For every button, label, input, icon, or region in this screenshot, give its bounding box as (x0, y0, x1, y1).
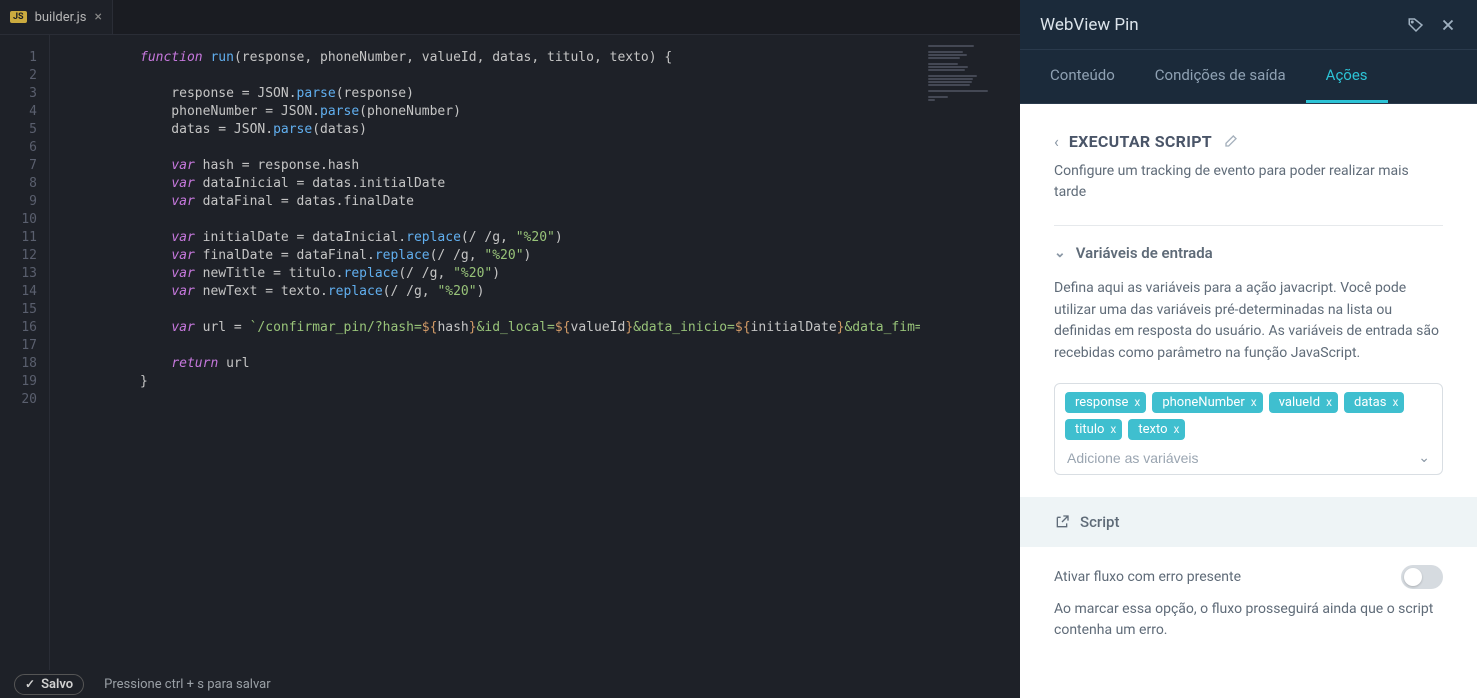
variable-tag[interactable]: datasx (1344, 392, 1404, 413)
toggle-description: Ao marcar essa opção, o fluxo prosseguir… (1054, 599, 1443, 641)
input-variables-description: Defina aqui as variáveis para a ação jav… (1054, 278, 1443, 365)
edit-icon[interactable] (1222, 134, 1238, 150)
tag-label: titulo (1075, 422, 1104, 437)
open-external-icon (1054, 514, 1070, 530)
tab-content[interactable]: Conteúdo (1030, 50, 1135, 103)
tab-bar: JS builder.js × (0, 0, 1020, 35)
section-title: EXECUTAR SCRIPT (1069, 132, 1212, 151)
tag-label: texto (1138, 422, 1167, 437)
variable-tag[interactable]: textox (1128, 419, 1185, 440)
remove-tag-icon[interactable]: x (1392, 395, 1398, 409)
variables-tag-box[interactable]: responsexphoneNumberxvalueIdxdatasxtitul… (1054, 383, 1443, 475)
section-description: Configure um tracking de evento para pod… (1054, 161, 1443, 203)
js-file-icon: JS (10, 11, 27, 23)
editor-body: 1234567891011121314151617181920 function… (0, 35, 1020, 698)
panel-header: WebView Pin (1020, 0, 1477, 50)
toggle-knob (1404, 568, 1422, 586)
tag-icon[interactable] (1407, 16, 1425, 34)
script-section[interactable]: Script (1020, 497, 1477, 547)
chevron-down-icon[interactable]: ⌄ (1418, 450, 1430, 466)
script-label: Script (1080, 513, 1119, 531)
divider (1054, 225, 1443, 226)
file-tab[interactable]: JS builder.js × (0, 0, 113, 34)
tags-row: responsexphoneNumberxvalueIdxdatasxtitul… (1065, 392, 1432, 440)
file-tab-label: builder.js (35, 10, 87, 25)
save-hint: Pressione ctrl + s para salvar (104, 677, 271, 692)
remove-tag-icon[interactable]: x (1110, 422, 1116, 436)
tab-exit-conditions[interactable]: Condições de saída (1135, 50, 1306, 103)
minimap[interactable] (920, 35, 1020, 698)
side-panel: WebView Pin Conteúdo Condições de saída … (1020, 0, 1477, 698)
tag-label: response (1075, 395, 1128, 410)
code-area[interactable]: function run(response, phoneNumber, valu… (50, 35, 920, 698)
input-variables-header[interactable]: ⌄ Variáveis de entrada (1054, 244, 1443, 262)
add-variable-input[interactable] (1067, 450, 1418, 466)
check-icon: ✓ (25, 677, 35, 691)
chevron-left-icon[interactable]: ‹ (1054, 132, 1059, 151)
chevron-down-icon: ⌄ (1054, 245, 1066, 261)
tag-label: phoneNumber (1162, 395, 1244, 410)
saved-label: Salvo (41, 677, 73, 692)
remove-tag-icon[interactable]: x (1326, 395, 1332, 409)
remove-tag-icon[interactable]: x (1134, 395, 1140, 409)
variable-tag[interactable]: response x (1065, 392, 1146, 413)
variable-tag[interactable]: titulox (1065, 419, 1122, 440)
input-variables-label: Variáveis de entrada (1076, 244, 1213, 262)
tab-actions[interactable]: Ações (1306, 50, 1388, 103)
remove-tag-icon[interactable]: x (1251, 395, 1257, 409)
panel-tabs: Conteúdo Condições de saída Ações (1020, 50, 1477, 104)
status-bar: ✓ Salvo Pressione ctrl + s para salvar (0, 670, 1020, 698)
close-tab-icon[interactable]: × (94, 9, 101, 25)
tag-label: datas (1354, 395, 1386, 410)
panel-title: WebView Pin (1040, 15, 1139, 35)
saved-indicator: ✓ Salvo (14, 674, 84, 695)
remove-tag-icon[interactable]: x (1174, 422, 1180, 436)
error-flow-toggle[interactable] (1401, 565, 1443, 589)
panel-content: ‹ EXECUTAR SCRIPT Configure um tracking … (1020, 104, 1477, 698)
variable-tag[interactable]: phoneNumber x (1152, 392, 1262, 413)
variable-tag[interactable]: valueId x (1269, 392, 1338, 413)
close-icon[interactable] (1439, 16, 1457, 34)
editor-panel: JS builder.js × 123456789101112131415161… (0, 0, 1020, 698)
error-flow-toggle-row: Ativar fluxo com erro presente (1054, 547, 1443, 599)
tag-label: valueId (1279, 395, 1320, 410)
line-number-gutter: 1234567891011121314151617181920 (0, 35, 50, 698)
toggle-label: Ativar fluxo com erro presente (1054, 569, 1241, 585)
